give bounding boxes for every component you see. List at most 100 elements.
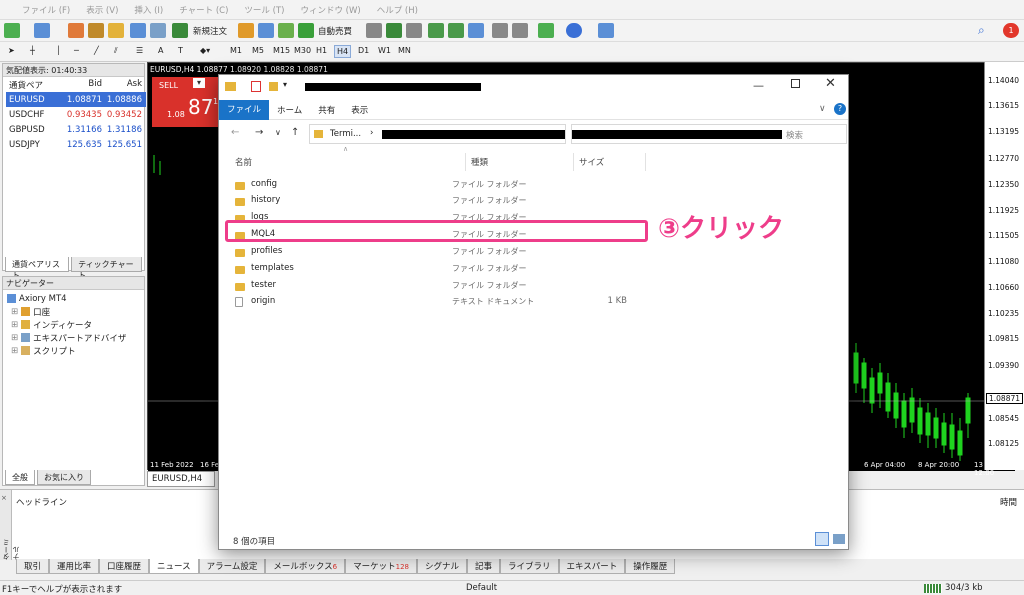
- tab-exposure[interactable]: 運用比率: [49, 559, 100, 574]
- table-row[interactable]: EURUSD 1.08871 1.08886: [6, 92, 146, 107]
- properties-icon[interactable]: [251, 81, 261, 92]
- close-icon[interactable]: ×: [1, 494, 7, 502]
- list-item[interactable]: templates ファイル フォルダー: [235, 260, 655, 276]
- address-bar[interactable]: Termi... ›: [309, 124, 566, 144]
- expand-icon[interactable]: ⊞: [11, 333, 18, 343]
- zoom-out-icon[interactable]: [448, 23, 464, 38]
- horizontal-line-icon[interactable]: ─: [72, 45, 81, 56]
- table-row[interactable]: GBPUSD 1.31166 1.31186: [6, 122, 146, 137]
- market-icon[interactable]: [278, 23, 294, 38]
- col-type[interactable]: 種類: [471, 156, 488, 168]
- tab-favorites[interactable]: お気に入り: [37, 470, 91, 485]
- navigator-root[interactable]: Axiory MT4: [3, 292, 144, 305]
- maximize-icon[interactable]: [791, 79, 800, 88]
- tile-windows-icon[interactable]: [468, 23, 484, 38]
- navigator-item-indicators[interactable]: ⊞ インディケータ: [3, 318, 144, 331]
- tab-experts[interactable]: エキスパート: [558, 559, 626, 574]
- forward-icon[interactable]: →: [255, 127, 263, 138]
- search-input[interactable]: 検索: [571, 124, 847, 144]
- tab-journal[interactable]: 操作履歴: [625, 559, 676, 574]
- tab-common[interactable]: 全般: [5, 470, 35, 485]
- text-tool-icon[interactable]: A: [156, 45, 165, 56]
- terminal-icon[interactable]: [130, 23, 146, 38]
- periods-icon[interactable]: [566, 23, 582, 38]
- auto-trade-button[interactable]: 自動売買: [318, 25, 352, 37]
- list-item[interactable]: tester ファイル フォルダー: [235, 277, 655, 293]
- label-tool-icon[interactable]: T: [176, 45, 185, 56]
- tf-m15[interactable]: M15: [271, 45, 292, 56]
- menu-tools[interactable]: ツール (T): [244, 4, 284, 16]
- menu-help[interactable]: ヘルプ (H): [377, 4, 418, 16]
- tf-m30[interactable]: M30: [292, 45, 313, 56]
- cursor-icon[interactable]: ➤: [6, 45, 17, 56]
- col-size[interactable]: サイズ: [579, 156, 604, 168]
- col-divider[interactable]: [465, 153, 466, 171]
- tab-symbols[interactable]: 通貨ペアリスト: [5, 257, 70, 280]
- arrows-tool-icon[interactable]: ◆▾: [198, 45, 212, 56]
- list-item[interactable]: origin テキスト ドキュメント 1 KB: [235, 293, 655, 309]
- tab-ribbon-file[interactable]: ファイル: [219, 99, 270, 120]
- table-row[interactable]: USDCHF 0.93435 0.93452: [6, 107, 146, 122]
- close-window-icon[interactable]: ✕: [825, 76, 836, 91]
- indicators-icon[interactable]: [538, 23, 554, 38]
- col-divider[interactable]: [645, 153, 646, 171]
- tester-icon[interactable]: [150, 23, 166, 38]
- tab-mailbox[interactable]: メールボックス6: [265, 559, 346, 574]
- navigator-icon[interactable]: [108, 23, 124, 38]
- tab-signals[interactable]: シグナル: [416, 559, 467, 574]
- tf-w1[interactable]: W1: [376, 45, 393, 56]
- tf-d1[interactable]: D1: [356, 45, 371, 56]
- menu-window[interactable]: ウィンドウ (W): [300, 4, 360, 16]
- navigator-item-scripts[interactable]: ⊞ スクリプト: [3, 344, 144, 357]
- new-folder-icon[interactable]: [269, 82, 278, 91]
- menu-view[interactable]: 表示 (V): [86, 4, 118, 16]
- chart-tab[interactable]: EURUSD,H4: [147, 471, 215, 487]
- breadcrumb-chevron-icon[interactable]: ›: [370, 128, 373, 138]
- data-window-icon[interactable]: [88, 23, 104, 38]
- chart-shift-icon[interactable]: [492, 23, 508, 38]
- new-order-icon[interactable]: [172, 23, 188, 38]
- navigator-item-accounts[interactable]: ⊞ 口座: [3, 305, 144, 318]
- tab-ribbon-share[interactable]: 共有: [310, 100, 343, 120]
- expand-icon[interactable]: ⊞: [11, 346, 18, 356]
- tab-ribbon-home[interactable]: ホーム: [269, 100, 310, 120]
- channel-icon[interactable]: ⫽: [112, 45, 120, 57]
- tf-h1[interactable]: H1: [314, 45, 329, 56]
- menu-chart[interactable]: チャート (C): [179, 4, 228, 16]
- ribbon-expand-icon[interactable]: ∨: [819, 104, 826, 114]
- auto-trade-icon[interactable]: [298, 23, 314, 38]
- tab-tick-chart[interactable]: ティックチャート: [71, 257, 142, 280]
- help-icon[interactable]: ?: [834, 103, 846, 115]
- minimize-icon[interactable]: —: [753, 79, 764, 92]
- autoscroll-icon[interactable]: [512, 23, 528, 38]
- fibonacci-icon[interactable]: ☰: [134, 45, 145, 56]
- table-row[interactable]: USDJPY 125.635 125.651: [6, 137, 146, 152]
- details-view-icon[interactable]: [815, 532, 829, 546]
- tf-m1[interactable]: M1: [228, 45, 244, 56]
- tab-market[interactable]: マーケット128: [345, 559, 417, 574]
- menu-file[interactable]: ファイル (F): [22, 4, 70, 16]
- profiles-icon[interactable]: [34, 23, 50, 38]
- tf-mn[interactable]: MN: [396, 45, 413, 56]
- tab-library[interactable]: ライブラリ: [500, 559, 559, 574]
- col-divider[interactable]: [573, 153, 574, 171]
- tab-articles[interactable]: 記事: [467, 559, 501, 574]
- tab-trade[interactable]: 取引: [16, 559, 50, 574]
- tab-account-history[interactable]: 口座履歴: [99, 559, 150, 574]
- col-name[interactable]: 名前: [235, 156, 252, 168]
- notification-badge[interactable]: 1: [1003, 23, 1019, 38]
- new-order-button[interactable]: 新規注文: [193, 25, 227, 37]
- up-icon[interactable]: ↑: [291, 127, 299, 138]
- candlestick-icon[interactable]: [386, 23, 402, 38]
- zoom-in-icon[interactable]: [428, 23, 444, 38]
- tab-ribbon-view[interactable]: 表示: [343, 100, 376, 120]
- large-icons-view-icon[interactable]: [833, 534, 845, 544]
- signals-icon[interactable]: [258, 23, 274, 38]
- list-item[interactable]: config ファイル フォルダー: [235, 176, 655, 192]
- tab-alerts[interactable]: アラーム設定: [198, 559, 266, 574]
- list-item[interactable]: history ファイル フォルダー: [235, 192, 655, 208]
- navigator-item-experts[interactable]: ⊞ エキスパートアドバイザ: [3, 331, 144, 344]
- menu-insert[interactable]: 挿入 (I): [134, 4, 163, 16]
- new-chart-icon[interactable]: [4, 23, 20, 38]
- vertical-line-icon[interactable]: │: [54, 45, 63, 56]
